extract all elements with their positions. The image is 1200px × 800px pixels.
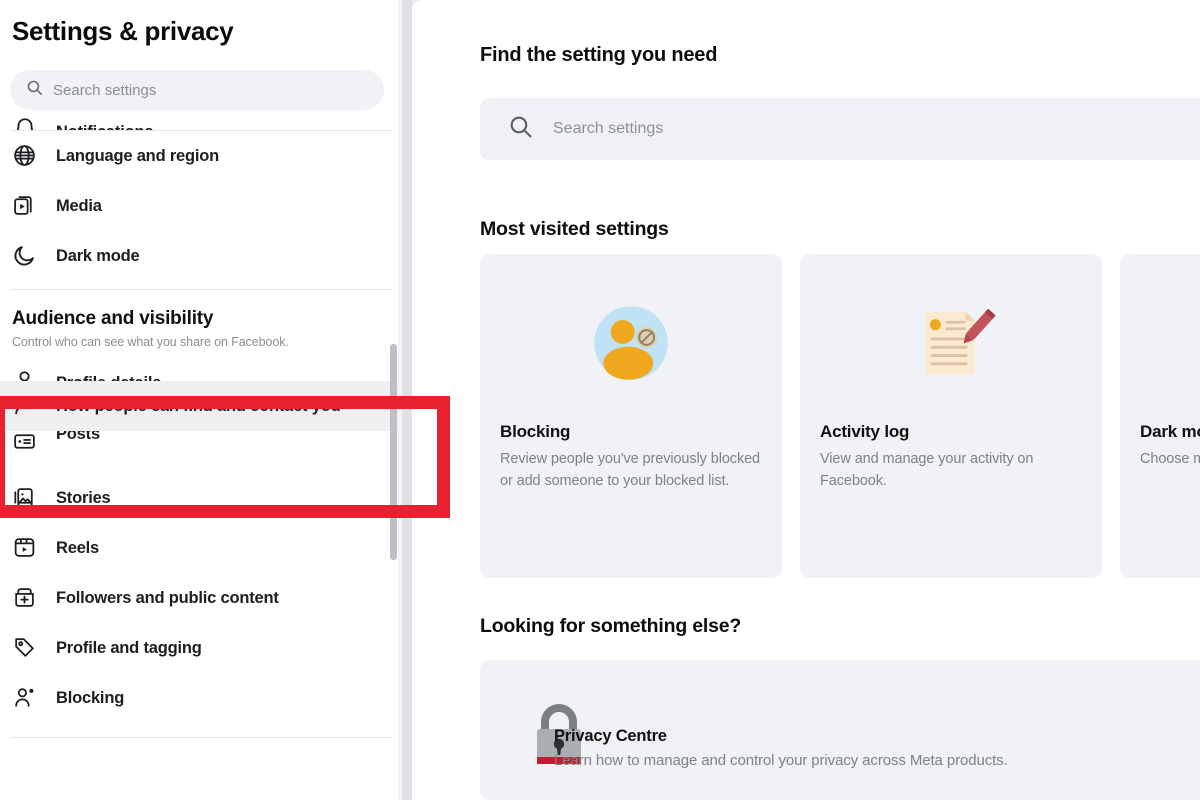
sidebar-scrollbar-thumb[interactable] xyxy=(390,344,397,560)
privacy-centre-title: Privacy Centre xyxy=(554,727,667,745)
search-icon xyxy=(26,79,43,101)
sidebar-item-how-people-can-find-and-contact-you[interactable]: How people can find and contact you xyxy=(0,381,402,431)
sidebar-item-dark-mode[interactable]: Dark mode xyxy=(0,231,402,281)
sidebar-item-label: Language and region xyxy=(56,146,220,165)
most-visited-heading: Most visited settings xyxy=(480,218,669,240)
search-icon xyxy=(508,114,533,144)
document-pencil-icon xyxy=(800,288,1102,398)
privacy-centre-description: Learn how to manage and control your pri… xyxy=(554,752,1008,769)
moon-icon xyxy=(1120,288,1200,398)
sidebar-item-followers-and-public-content[interactable]: Followers and public content xyxy=(0,573,402,623)
sidebar-item-label: Profile and tagging xyxy=(56,638,202,657)
card-title: Activity log xyxy=(820,422,910,441)
sidebar-item-profile-details[interactable]: Profile details xyxy=(0,363,402,381)
blocked-person-icon xyxy=(480,288,782,398)
settings-privacy-screen: Settings & privacy Search settings Notif… xyxy=(0,0,1200,800)
reels-icon xyxy=(12,535,38,561)
card-title: Blocking xyxy=(500,422,571,441)
sidebar-item-label: Blocking xyxy=(56,688,125,707)
sidebar-item-media[interactable]: Media xyxy=(0,181,402,231)
main-search-input[interactable]: Search settings xyxy=(480,98,1200,160)
sidebar-item-label: Reels xyxy=(56,538,100,557)
main-search-placeholder: Search settings xyxy=(553,120,664,137)
profile-details-icon xyxy=(12,367,38,381)
sidebar-item-blocking[interactable]: Blocking xyxy=(0,673,402,723)
settings-sidebar: Settings & privacy Search settings Notif… xyxy=(0,0,402,800)
person-block-icon xyxy=(12,685,38,711)
stories-icon xyxy=(12,485,38,511)
bell-icon xyxy=(12,116,38,130)
sidebar-search-placeholder: Search settings xyxy=(53,81,157,99)
sidebar-item-label: Notifications xyxy=(56,123,154,130)
looking-for-something-else-heading: Looking for something else? xyxy=(480,615,742,637)
sidebar-item-posts[interactable]: Posts xyxy=(0,431,402,459)
moon-icon xyxy=(12,243,38,269)
sidebar-item-label: Media xyxy=(56,196,102,215)
section-subtitle: Control who can see what you share on Fa… xyxy=(12,335,289,349)
settings-main-panel: Find the setting you need Search setting… xyxy=(412,0,1200,800)
card-activity-log[interactable]: Activity log View and manage your activi… xyxy=(800,254,1102,578)
card-description: Choose mode. xyxy=(1140,451,1200,467)
section-title: Audience and visibility xyxy=(12,308,214,329)
sidebar-item-language-and-region[interactable]: Language and region xyxy=(0,131,402,181)
sidebar-title: Settings & privacy xyxy=(12,16,234,46)
card-dark-mode[interactable]: Dark mode Choose mode. xyxy=(1120,254,1200,578)
sidebar-divider-3 xyxy=(10,737,392,738)
sidebar-section-audience-visibility: Audience and visibility Control who can … xyxy=(0,290,402,351)
sidebar-item-reels[interactable]: Reels xyxy=(0,523,402,573)
media-stack-icon xyxy=(12,193,38,219)
card-title: Dark mode xyxy=(1140,422,1200,441)
card-description: View and manage your activity on Faceboo… xyxy=(820,451,1034,489)
sidebar-item-label: Stories xyxy=(56,488,111,507)
sidebar-item-label: Followers and public content xyxy=(56,588,279,607)
posts-icon xyxy=(12,431,38,455)
sidebar-item-label: Posts xyxy=(56,431,100,443)
sidebar-item-label: How people can find and contact you xyxy=(56,396,341,415)
panel-gutter xyxy=(402,0,412,800)
most-visited-cards: Blocking Review people you've previously… xyxy=(480,254,1200,578)
card-description: Review people you've previously blocked … xyxy=(500,451,761,489)
sidebar-item-notifications[interactable]: Notifications xyxy=(0,112,402,130)
sidebar-item-label: Profile details xyxy=(56,374,161,381)
tag-icon xyxy=(12,635,38,661)
sidebar-search-input[interactable]: Search settings xyxy=(10,70,384,110)
person-search-icon xyxy=(12,393,38,419)
followers-plus-icon xyxy=(12,585,38,611)
sidebar-item-stories[interactable]: Stories xyxy=(0,473,402,523)
card-blocking[interactable]: Blocking Review people you've previously… xyxy=(480,254,782,578)
sidebar-item-label: Dark mode xyxy=(56,246,140,265)
globe-icon xyxy=(12,143,38,169)
sidebar-nav-list: Notifications Language and region xyxy=(0,112,402,738)
sidebar-item-profile-and-tagging[interactable]: Profile and tagging xyxy=(0,623,402,673)
find-setting-heading: Find the setting you need xyxy=(480,44,718,66)
